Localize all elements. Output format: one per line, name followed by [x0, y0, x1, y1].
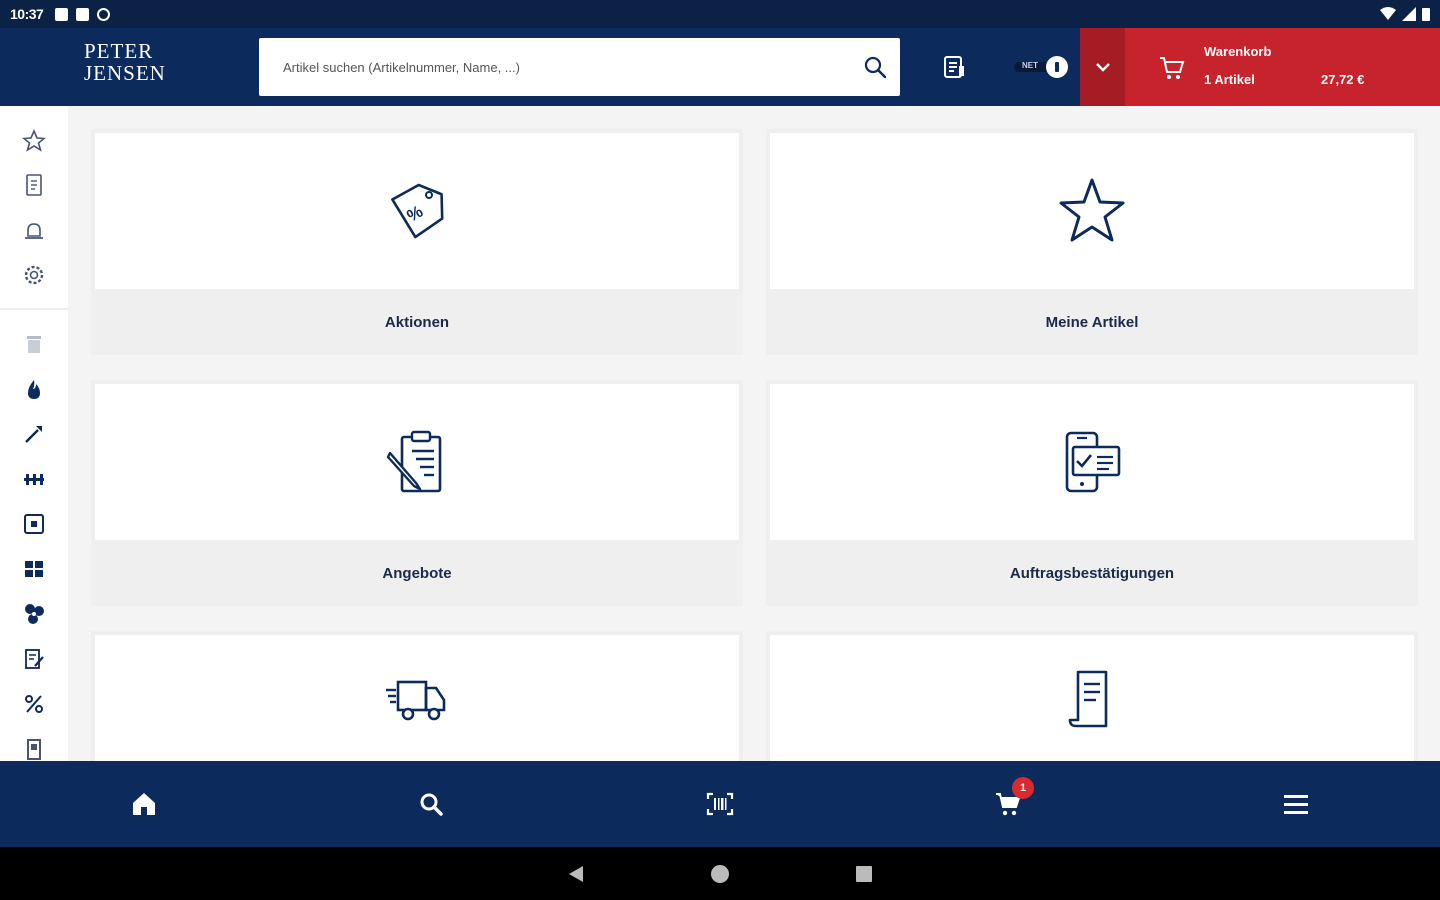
order-confirmation-icon: [1065, 431, 1121, 493]
nav-search[interactable]: [414, 787, 448, 821]
sidebar-item-quotes[interactable]: [20, 645, 48, 673]
cart-price: 27,72 €: [1321, 72, 1365, 87]
sidebar-item-electrical[interactable]: [20, 510, 48, 538]
document-icon: [26, 174, 42, 196]
star-icon: [22, 129, 46, 152]
edit-doc-icon: [25, 649, 44, 669]
tile-label: Angebote: [382, 564, 452, 582]
gear-icon: [24, 265, 44, 285]
search-icon: [864, 56, 887, 79]
signal-icon: [1402, 7, 1416, 21]
door-icon: [27, 739, 41, 760]
tile-image: [770, 133, 1414, 289]
search-button[interactable]: [850, 38, 900, 96]
cart-badge: 1: [1012, 777, 1034, 799]
percent-icon: [25, 695, 43, 713]
net-price-toggle[interactable]: NET: [1012, 56, 1070, 78]
sidebar-item-favorites[interactable]: [20, 127, 48, 155]
recents-square-icon: [856, 866, 872, 882]
sidebar-item-climate[interactable]: [20, 600, 48, 628]
data-saver-icon: [97, 7, 111, 21]
sidebar: [0, 106, 68, 761]
sidebar-item-notifications[interactable]: [20, 217, 48, 245]
tile-label: Meine Artikel: [1045, 313, 1139, 331]
cart-summary[interactable]: Warenkorb 1 Artikel 27,72 €: [1125, 28, 1440, 106]
chevron-down-icon: [1095, 63, 1110, 72]
tile-meine-artikel[interactable]: Meine Artikel: [766, 129, 1418, 355]
barcode-scan-icon: [706, 792, 734, 816]
tile-angebote[interactable]: Angebote: [91, 380, 743, 606]
toggle-label: NET: [1022, 61, 1038, 70]
system-recents-button[interactable]: [853, 863, 875, 885]
sidebar-item-installation[interactable]: [20, 465, 48, 493]
price-tag-icon: %: [391, 183, 444, 239]
switch-icon: [24, 514, 44, 534]
search-icon: [420, 793, 443, 816]
trash-icon: [27, 336, 41, 353]
home-circle-icon: [711, 865, 729, 883]
document-list-icon: [944, 56, 964, 78]
sidebar-item-ventilation[interactable]: [20, 555, 48, 583]
peter-jensen-logo[interactable]: PETER JENSEN: [84, 40, 168, 92]
tile-lieferungen[interactable]: [91, 631, 743, 765]
tile-aktionen[interactable]: % Aktionen: [91, 129, 743, 355]
cart-icon: [1160, 57, 1185, 79]
system-back-button[interactable]: [565, 863, 587, 885]
status-time: 10:37: [10, 6, 44, 22]
cart-count: 1 Artikel: [1204, 72, 1255, 87]
nav-menu[interactable]: [1279, 787, 1313, 821]
flame-icon: [28, 380, 40, 399]
sidebar-item-tools[interactable]: [20, 420, 48, 448]
sidebar-item-heating[interactable]: [20, 376, 48, 404]
nav-scanner[interactable]: [703, 787, 737, 821]
menu-icon: [1284, 795, 1308, 814]
wrench-icon: [25, 426, 42, 443]
pipe-icon: [24, 474, 44, 485]
cart-title: Warenkorb: [1204, 44, 1272, 59]
search-input[interactable]: [283, 59, 850, 75]
tile-image: [95, 635, 739, 765]
sidebar-item-settings[interactable]: [20, 261, 48, 289]
bottom-navigation: 1: [0, 761, 1440, 847]
logo-line2: JENSEN: [84, 61, 166, 85]
search-bar: [259, 38, 900, 96]
cart-dropdown-button[interactable]: [1080, 28, 1125, 106]
nav-home[interactable]: [127, 787, 161, 821]
system-navigation-bar: [0, 847, 1440, 900]
tile-label: Auftragsbestätigungen: [1009, 564, 1175, 582]
sidebar-divider: [0, 308, 68, 310]
tile-auftragsbestaetigungen[interactable]: Auftragsbestätigungen: [766, 380, 1418, 606]
bell-icon: [25, 223, 43, 239]
tile-label: Aktionen: [384, 313, 450, 331]
clipboard-icon: [386, 430, 442, 493]
sidebar-item-bathroom[interactable]: [20, 330, 48, 358]
toggle-knob: [1046, 56, 1068, 78]
delivery-truck-icon: [386, 680, 446, 721]
sidebar-item-promotions[interactable]: [20, 690, 48, 718]
tile-rechnungen[interactable]: [766, 631, 1418, 765]
sidebar-item-doors[interactable]: [20, 735, 48, 761]
home-icon: [133, 793, 155, 815]
battery-icon: [1422, 8, 1430, 21]
grid-icon: [25, 561, 43, 577]
notification-icon: [55, 7, 69, 21]
status-bar: 10:37: [0, 0, 1440, 28]
logo-line1: PETER: [84, 39, 154, 63]
sidebar-item-documents[interactable]: [20, 171, 48, 199]
fan-icon: [25, 604, 44, 624]
back-triangle-icon: [569, 866, 583, 882]
tile-image: [770, 635, 1414, 765]
system-home-button[interactable]: [709, 863, 731, 885]
app-header: PETER JENSEN NET Warenkorb 1 Artikel 27,…: [0, 28, 1440, 106]
tile-image: [770, 384, 1414, 540]
tile-image: %: [95, 133, 739, 289]
receipt-icon: [1068, 670, 1108, 728]
star-icon: [1059, 178, 1125, 242]
sd-card-icon: [76, 7, 90, 21]
tile-image: [95, 384, 739, 540]
order-list-button[interactable]: [939, 52, 969, 82]
wifi-icon: [1380, 7, 1396, 20]
status-right: [1380, 7, 1430, 21]
